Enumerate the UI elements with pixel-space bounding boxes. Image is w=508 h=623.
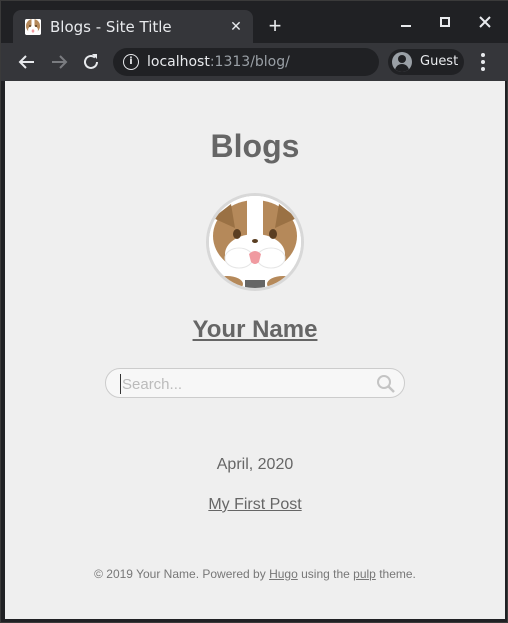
url-path: :1313/blog/ <box>209 54 290 70</box>
hugo-link[interactable]: Hugo <box>269 567 298 581</box>
pulp-theme-link[interactable]: pulp <box>353 567 376 581</box>
page-content: Blogs Your Name Search... April, 2020 My… <box>5 81 505 619</box>
search-box <box>105 368 405 398</box>
browser-window: Blogs - Site Title ✕ + i localhost:1313/… <box>0 0 508 623</box>
profile-label: Guest <box>420 54 459 69</box>
minimize-button[interactable] <box>396 13 416 33</box>
close-window-button[interactable] <box>475 13 495 33</box>
back-button[interactable] <box>15 50 39 74</box>
arrow-left-icon <box>18 55 34 69</box>
bulldog-favicon-icon <box>25 19 41 35</box>
tab-close-icon[interactable]: ✕ <box>227 17 245 35</box>
new-tab-button[interactable]: + <box>264 15 286 37</box>
browser-toolbar: i localhost:1313/blog/ Guest <box>1 43 508 81</box>
maximize-icon <box>440 17 450 27</box>
tab-active[interactable]: Blogs - Site Title ✕ <box>13 10 253 44</box>
footer-suffix: theme. <box>379 567 416 581</box>
forward-button[interactable] <box>47 50 71 74</box>
tab-title: Blogs - Site Title <box>50 18 172 36</box>
search-icon[interactable] <box>376 374 396 394</box>
bulldog-avatar-icon <box>209 196 301 288</box>
close-icon <box>479 16 491 28</box>
footer: © 2019 Your Name. Powered by Hugo using … <box>5 567 505 581</box>
url-text[interactable]: localhost:1313/blog/ <box>147 54 290 70</box>
menu-dot-icon <box>481 67 485 71</box>
menu-dot-icon <box>481 53 485 57</box>
reload-icon <box>84 54 98 69</box>
guest-avatar-icon <box>392 52 412 72</box>
address-bar[interactable]: i localhost:1313/blog/ <box>113 48 379 76</box>
author-name-link[interactable]: Your Name <box>5 316 505 344</box>
archive-month-heading: April, 2020 <box>216 456 294 473</box>
page-title: Blogs <box>210 128 300 164</box>
arrow-right-icon <box>52 55 68 69</box>
maximize-button[interactable] <box>435 13 455 33</box>
menu-dot-icon <box>481 60 485 64</box>
url-host: localhost <box>147 54 210 70</box>
footer-text: using the <box>301 567 350 581</box>
footer-copyright: © 2019 Your Name. Powered by <box>94 567 266 581</box>
author-avatar[interactable] <box>206 193 304 291</box>
search-input[interactable] <box>120 374 360 394</box>
profile-button[interactable]: Guest <box>388 49 464 75</box>
minimize-icon <box>401 25 411 27</box>
browser-menu-button[interactable] <box>475 51 491 73</box>
tab-strip: Blogs - Site Title ✕ + <box>1 1 508 44</box>
info-icon[interactable]: i <box>123 54 139 70</box>
post-link[interactable]: My First Post <box>5 496 505 514</box>
reload-button[interactable] <box>79 50 103 74</box>
